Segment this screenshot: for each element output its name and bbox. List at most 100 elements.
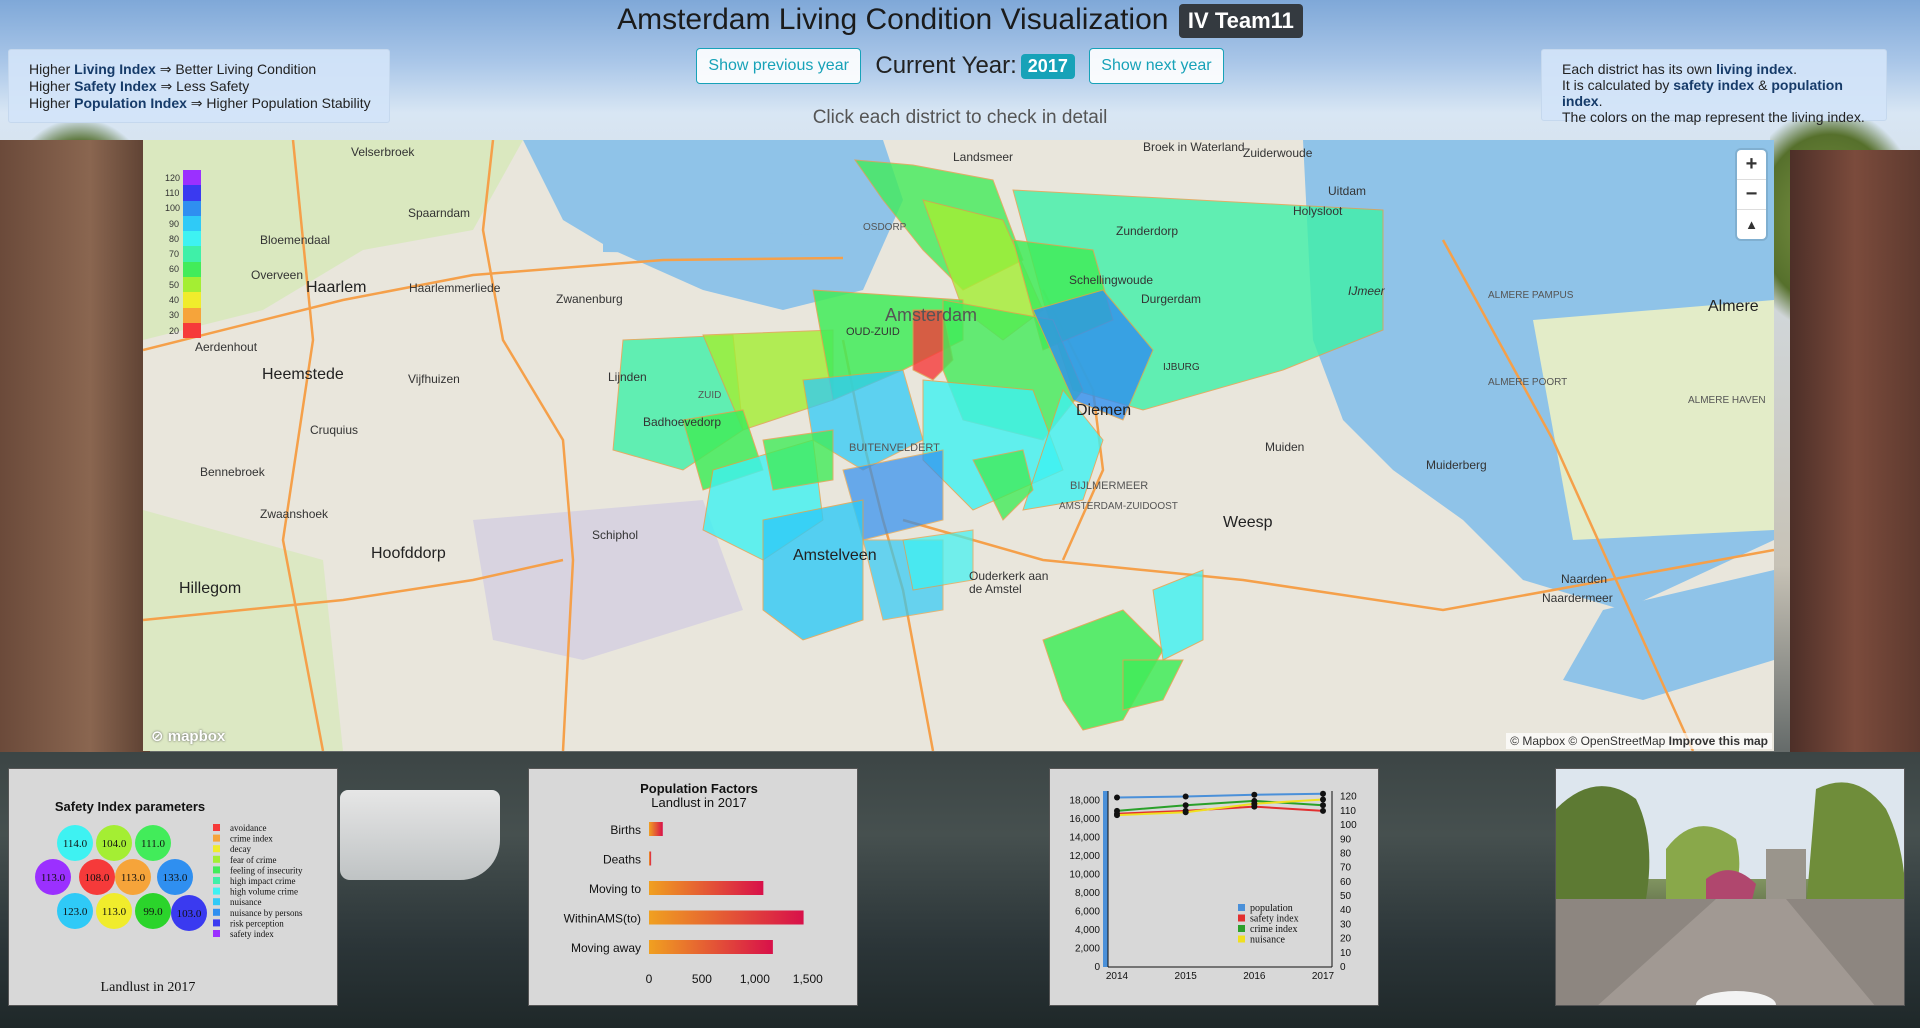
title-row: Amsterdam Living Condition Visualization…	[0, 0, 1920, 38]
previous-year-button[interactable]: Show previous year	[696, 48, 861, 84]
legend-label: safety index	[1250, 914, 1299, 925]
legend-label: feeling of insecurity	[230, 865, 303, 875]
bubble-value: 113.0	[102, 906, 127, 918]
place-label: IJBURG	[1163, 362, 1200, 373]
place-label: Zwanenburg	[556, 292, 623, 306]
data-point[interactable]	[1182, 809, 1189, 816]
safety-bubble-chart: Safety Index parameters Landlust in 2017…	[35, 799, 303, 995]
background-building-left	[0, 140, 150, 760]
district[interactable]	[762, 499, 864, 641]
legend-label: high impact crime	[230, 876, 295, 886]
y-right-tick: 20	[1340, 934, 1352, 945]
legend-swatch	[183, 277, 201, 293]
district[interactable]	[762, 429, 834, 491]
y-left-tick: 18,000	[1069, 795, 1100, 806]
bar[interactable]	[649, 940, 773, 954]
attribution-text[interactable]: © Mapbox © OpenStreetMap	[1510, 734, 1665, 748]
green-area	[143, 510, 343, 751]
legend-entry: 100	[165, 200, 201, 216]
legend-entry: 120	[165, 170, 201, 186]
zoom-in-button[interactable]: +	[1737, 150, 1766, 180]
legend-swatch	[1238, 914, 1245, 922]
place-label: Zunderdorp	[1116, 224, 1179, 238]
y-right-tick: 60	[1340, 877, 1352, 888]
legend-swatch	[213, 898, 220, 906]
bar[interactable]	[649, 851, 652, 866]
harbour-water	[523, 140, 903, 310]
legend-swatch	[213, 908, 220, 916]
background-building-right	[1790, 150, 1920, 760]
map-zoom-controls: + − ▲	[1737, 150, 1766, 239]
legend-label: fear of crime	[230, 855, 276, 865]
improve-map-link[interactable]: Improve this map	[1669, 734, 1768, 748]
bubble-value: 108.0	[85, 872, 110, 884]
place-label: Vijfhuizen	[408, 372, 460, 386]
bar[interactable]	[649, 910, 804, 925]
district-map[interactable]: Landsmeer Broek in Waterland Zuiderwoude…	[143, 140, 1774, 751]
place-label: ALMERE POORT	[1488, 377, 1568, 388]
district[interactable]	[902, 529, 974, 591]
x-tick-label: 1,500	[793, 972, 823, 986]
series-line[interactable]	[1116, 792, 1324, 799]
place-label: Almere	[1708, 298, 1759, 315]
legend-entry: 30	[165, 307, 201, 323]
place-label: BIJLMERMEER	[1070, 480, 1149, 492]
legend-swatch	[213, 845, 220, 853]
place-label: Muiden	[1265, 440, 1305, 454]
legend-label: crime index	[230, 834, 273, 844]
place-label: Lijnden	[608, 370, 647, 384]
bar[interactable]	[649, 822, 663, 836]
place-label: Aerdenhout	[195, 340, 258, 354]
data-point[interactable]	[1320, 807, 1326, 814]
y-left-tick: 2,000	[1075, 943, 1100, 954]
district-zuidoost[interactable]	[1152, 569, 1204, 661]
zoom-out-button[interactable]: −	[1737, 180, 1766, 210]
compass-reset-button[interactable]: ▲	[1737, 210, 1766, 239]
data-point[interactable]	[1182, 802, 1189, 809]
legend-label: population	[1250, 903, 1293, 914]
legend-swatch	[213, 887, 220, 895]
data-point[interactable]	[1320, 790, 1326, 797]
bubble-value: 113.0	[41, 872, 66, 884]
data-point[interactable]	[1182, 793, 1189, 800]
x-tick: 2017	[1312, 971, 1335, 982]
street-view-photo	[1555, 768, 1905, 1006]
legend-swatch	[183, 261, 201, 278]
y-left-tick: 16,000	[1069, 814, 1100, 825]
place-label: Ouderkerk aan de Amstel	[969, 569, 1049, 596]
mapbox-logo[interactable]: ⊘ mapbox	[151, 727, 225, 745]
legend-swatch	[183, 307, 201, 323]
legend-label: safety index	[230, 929, 274, 939]
street-photo-scene	[1556, 769, 1904, 1005]
safety-panel-footer: Landlust in 2017	[101, 980, 196, 995]
data-point[interactable]	[1320, 796, 1326, 803]
yearly-trend-panel: 0 2,000 4,000 6,000 8,000 10,000 12,000 14,000 1…	[1049, 768, 1379, 1006]
next-year-button[interactable]: Show next year	[1089, 48, 1224, 84]
place-label: Heemstede	[262, 366, 344, 383]
safety-index-panel: Safety Index parameters Landlust in 2017…	[8, 768, 338, 1006]
y-left-tick: 10,000	[1069, 869, 1100, 880]
data-point[interactable]	[1251, 791, 1258, 798]
y-right-tick: 30	[1340, 919, 1352, 930]
place-label: Weesp	[1223, 514, 1273, 531]
legend-swatch	[213, 855, 220, 863]
y-left-tick: 14,000	[1069, 832, 1100, 843]
legend-label: decay	[230, 844, 251, 854]
y-right-tick: 70	[1340, 863, 1352, 874]
legend-entry: 20	[165, 322, 201, 339]
current-year-label: Current Year: 2017	[875, 52, 1075, 80]
index-explanation-box: Higher Living Index ⇒ Better Living Cond…	[8, 49, 390, 123]
data-point[interactable]	[1320, 802, 1326, 809]
legend-entry: 90	[165, 215, 201, 232]
place-label: ZUID	[698, 390, 722, 401]
data-point[interactable]	[1251, 800, 1258, 807]
district-zuidoost[interactable]	[1122, 659, 1184, 711]
y-left-tick: 4,000	[1075, 925, 1100, 936]
bar[interactable]	[649, 881, 764, 895]
data-point[interactable]	[1114, 794, 1120, 801]
data-point[interactable]	[1114, 812, 1120, 819]
safety-panel-title: Safety Index parameters	[55, 799, 205, 814]
legend-swatch	[213, 834, 220, 842]
population-factors-panel: Population Factors Landlust in 2017 Birt…	[528, 768, 858, 1006]
x-tick: 2016	[1243, 971, 1266, 982]
